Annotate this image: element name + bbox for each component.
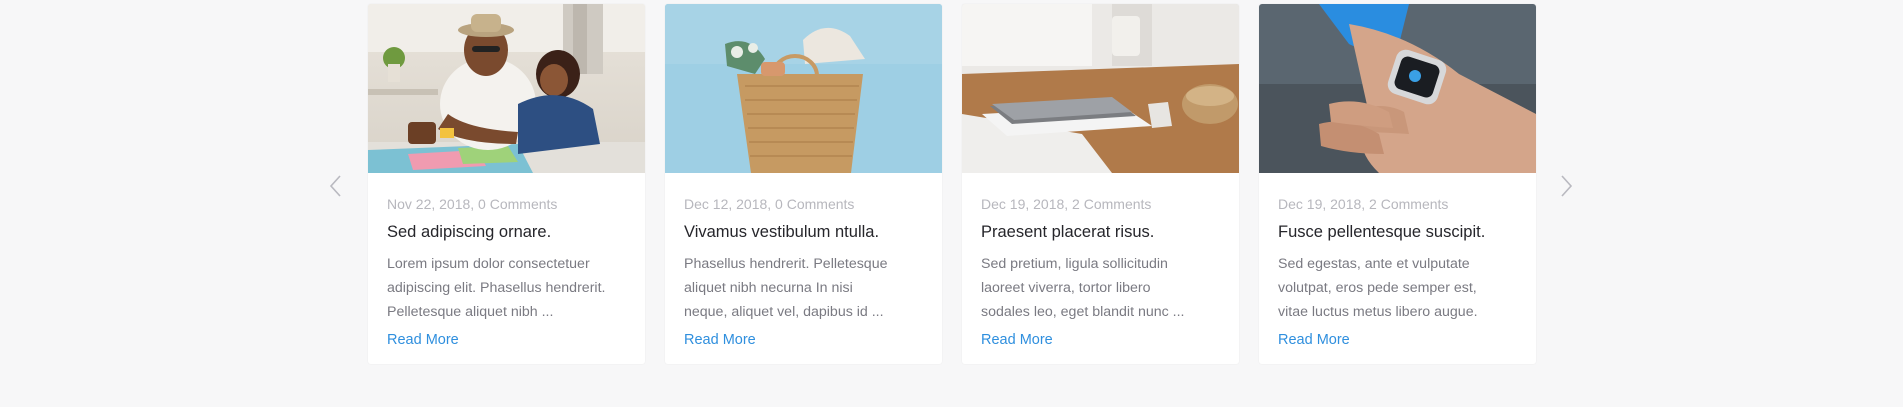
chevron-right-icon bbox=[1561, 175, 1573, 197]
carousel-track: Nov 22, 2018, 0 Comments Sed adipiscing … bbox=[368, 4, 1536, 364]
post-title[interactable]: Fusce pellentesque suscipit. bbox=[1278, 221, 1517, 243]
read-more-link[interactable]: Read More bbox=[387, 330, 459, 350]
read-more-link[interactable]: Read More bbox=[1278, 330, 1350, 350]
wicker-bag-photo[interactable] bbox=[665, 4, 942, 173]
laptop-on-desk-photo[interactable] bbox=[962, 4, 1239, 173]
father-daughter-drawing-photo[interactable] bbox=[368, 4, 645, 173]
blog-card: Dec 12, 2018, 0 Comments Vivamus vestibu… bbox=[665, 4, 942, 364]
post-excerpt: Sed pretium, ligula sollicitudin laoreet… bbox=[981, 256, 1185, 320]
smartwatch-photo[interactable] bbox=[1259, 4, 1536, 173]
blog-card: Nov 22, 2018, 0 Comments Sed adipiscing … bbox=[368, 4, 645, 364]
post-excerpt: Phasellus hendrerit. Pelletesque aliquet… bbox=[684, 256, 888, 320]
post-excerpt: Sed egestas, ante et vulputate volutpat,… bbox=[1278, 256, 1478, 320]
post-meta: Nov 22, 2018, 0 Comments bbox=[387, 196, 558, 212]
post-excerpt: Lorem ipsum dolor consectetuer adipiscin… bbox=[387, 256, 606, 320]
carousel-prev-button[interactable] bbox=[324, 174, 348, 198]
post-title[interactable]: Vivamus vestibulum ntulla. bbox=[684, 221, 923, 243]
post-meta: Dec 19, 2018, 2 Comments bbox=[1278, 196, 1449, 212]
read-more-link[interactable]: Read More bbox=[684, 330, 756, 350]
post-meta: Dec 19, 2018, 2 Comments bbox=[981, 196, 1152, 212]
carousel-next-button[interactable] bbox=[1554, 174, 1578, 198]
chevron-left-icon bbox=[329, 175, 341, 197]
blog-card: Dec 19, 2018, 2 Comments Praesent placer… bbox=[962, 4, 1239, 364]
post-title[interactable]: Praesent placerat risus. bbox=[981, 221, 1220, 243]
blog-carousel: Nov 22, 2018, 0 Comments Sed adipiscing … bbox=[0, 0, 1903, 407]
blog-card: Dec 19, 2018, 2 Comments Fusce pellentes… bbox=[1259, 4, 1536, 364]
post-title[interactable]: Sed adipiscing ornare. bbox=[387, 221, 626, 243]
read-more-link[interactable]: Read More bbox=[981, 330, 1053, 350]
post-meta: Dec 12, 2018, 0 Comments bbox=[684, 196, 855, 212]
